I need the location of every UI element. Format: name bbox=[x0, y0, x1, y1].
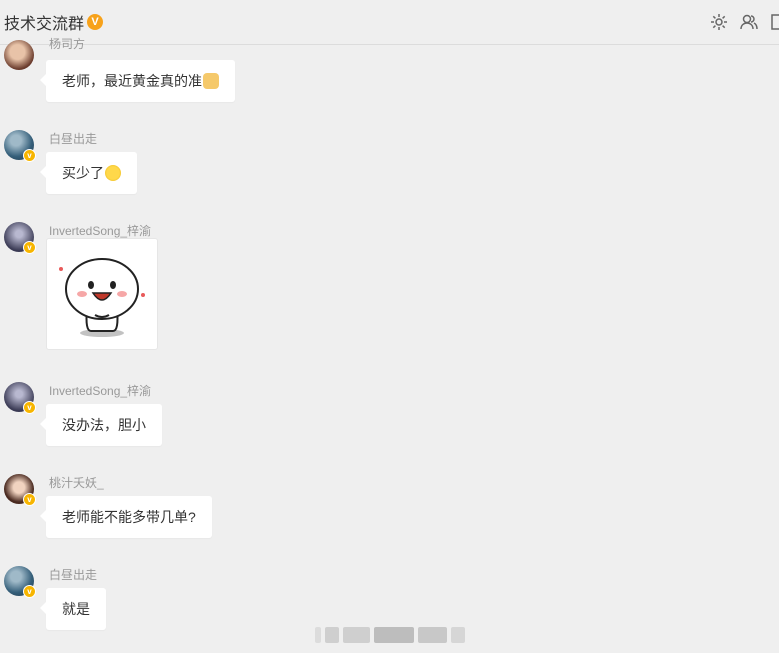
members-icon[interactable] bbox=[739, 12, 759, 32]
message-text: 老师，最近黄金真的准 bbox=[62, 73, 202, 89]
message-bubble[interactable]: 老师能不能多带几单? bbox=[40, 496, 212, 538]
sender-name[interactable]: 桃汁夭妖_ bbox=[49, 474, 104, 491]
sender-name[interactable]: InvertedSong_梓渝 bbox=[49, 382, 151, 399]
avatar[interactable]: v bbox=[4, 566, 36, 598]
avatar[interactable]: v bbox=[4, 474, 36, 506]
group-title: 技术交流群 V bbox=[4, 10, 104, 34]
clapping-hands-icon bbox=[203, 73, 219, 89]
message-item: v 白昼出走 买少了 bbox=[0, 130, 600, 200]
laughing-face-icon bbox=[105, 165, 121, 181]
message-bubble[interactable]: 没办法，胆小 bbox=[40, 404, 162, 446]
message-item: v 白昼出走 就是 bbox=[0, 566, 600, 636]
group-name: 技术交流群 bbox=[4, 16, 85, 33]
message-text: 老师能不能多带几单? bbox=[62, 509, 196, 525]
verified-badge-icon: v bbox=[23, 149, 36, 162]
avatar[interactable] bbox=[4, 40, 34, 70]
happy-bun-sticker[interactable] bbox=[46, 238, 158, 350]
obscured-bar bbox=[315, 627, 465, 643]
avatar[interactable]: v bbox=[4, 382, 36, 414]
sender-name[interactable]: 白昼出走 bbox=[49, 566, 97, 583]
sender-name[interactable]: 杨司方 bbox=[49, 35, 85, 52]
verified-badge-icon: v bbox=[23, 585, 36, 598]
message-text: 没办法，胆小 bbox=[62, 417, 146, 433]
avatar[interactable]: v bbox=[4, 222, 36, 254]
message-text: 就是 bbox=[62, 601, 90, 617]
gear-icon[interactable] bbox=[709, 12, 729, 32]
sender-name[interactable]: 白昼出走 bbox=[49, 130, 97, 147]
message-item: 杨司方 老师，最近黄金真的准 bbox=[0, 35, 600, 108]
message-item: v InvertedSong_梓渝 bbox=[0, 222, 600, 357]
window-icon[interactable] bbox=[769, 12, 779, 32]
avatar[interactable]: v bbox=[4, 130, 36, 162]
verified-badge-icon: v bbox=[23, 493, 36, 506]
verified-badge-icon: v bbox=[23, 241, 36, 254]
verified-badge-icon: v bbox=[23, 401, 36, 414]
message-bubble[interactable]: 买少了 bbox=[40, 152, 137, 194]
message-bubble[interactable]: 老师，最近黄金真的准 bbox=[40, 60, 235, 102]
message-item: v 桃汁夭妖_ 老师能不能多带几单? bbox=[0, 474, 600, 544]
message-item: v InvertedSong_梓渝 没办法，胆小 bbox=[0, 382, 600, 452]
group-badge-icon: V bbox=[87, 14, 104, 30]
message-bubble[interactable]: 就是 bbox=[40, 588, 106, 630]
message-text: 买少了 bbox=[62, 165, 104, 181]
sender-name[interactable]: InvertedSong_梓渝 bbox=[49, 222, 151, 239]
